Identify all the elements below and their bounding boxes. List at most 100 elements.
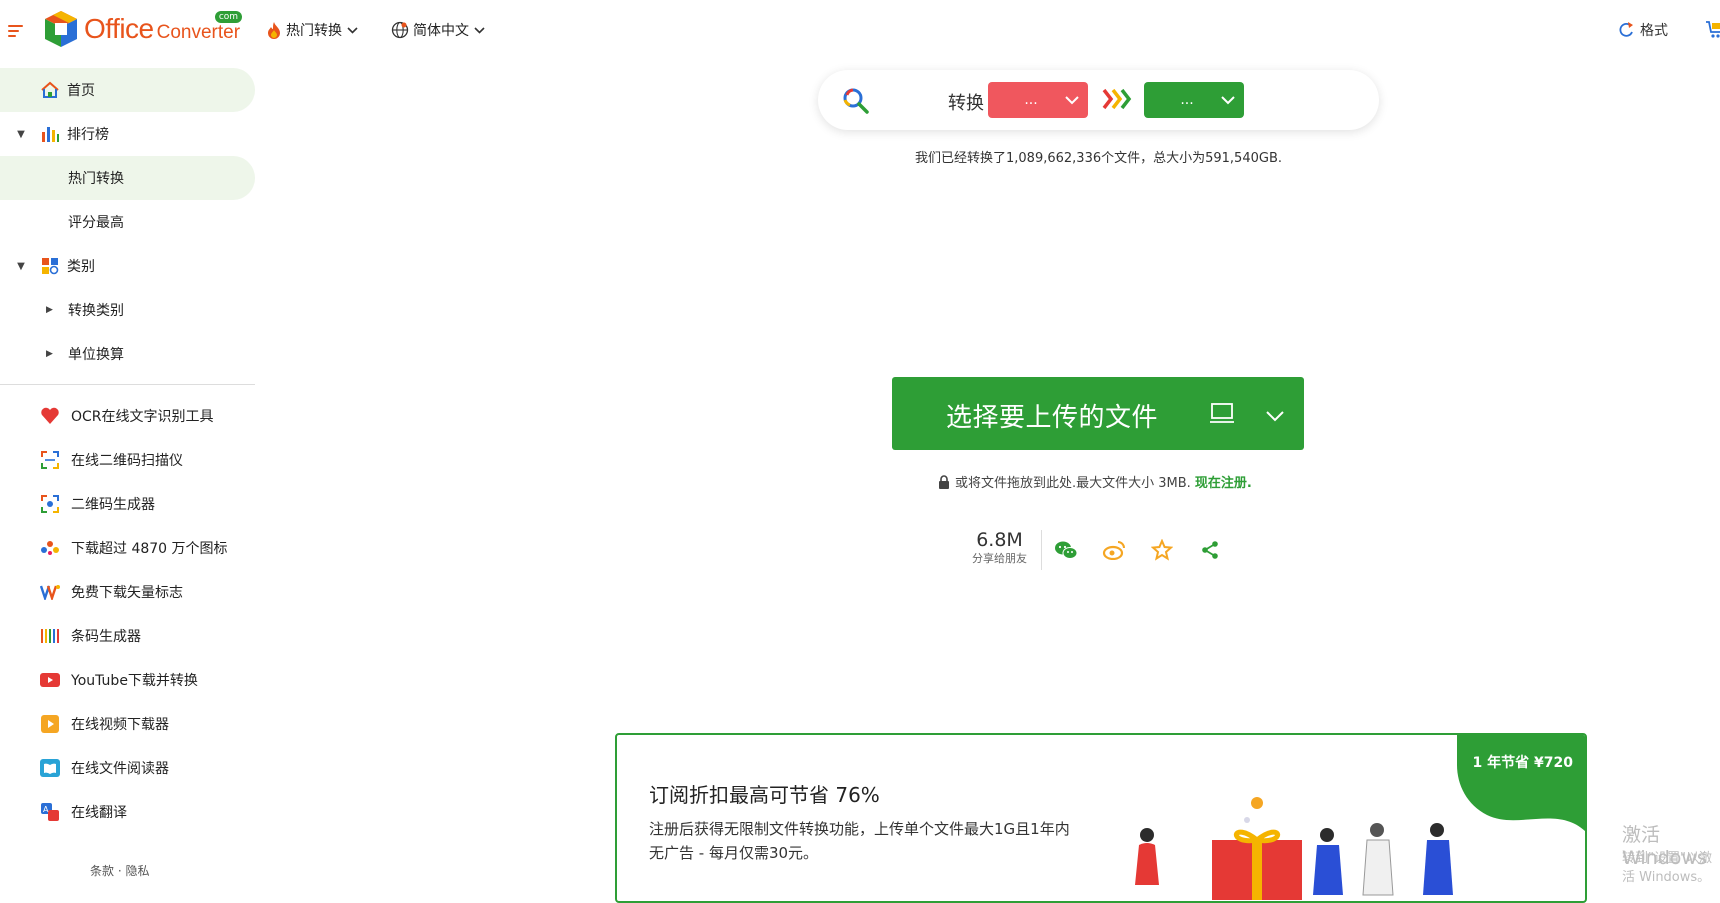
cart-icon[interactable] xyxy=(1706,19,1720,43)
tool-label: 在线视频下载器 xyxy=(71,717,169,733)
sidebar-tool-youtube[interactable]: YouTube下载并转换 xyxy=(0,658,255,702)
caret-down-icon: ▼ xyxy=(17,260,25,272)
sidebar-item-ranking[interactable]: ▼ 排行榜 xyxy=(0,112,255,156)
sidebar-tool-icons[interactable]: 下载超过 4870 万个图标 xyxy=(0,526,255,570)
sidebar-tool-translate[interactable]: A 在线翻译 xyxy=(0,790,255,834)
sidebar-tool-video-download[interactable]: 在线视频下载器 xyxy=(0,702,255,746)
chevron-down-icon xyxy=(347,26,358,34)
sidebar: 首页 ▼ 排行榜 热门转换 评分最高 ▼ 类别 ▶ 转换类别 ▶ 单位换算 OC… xyxy=(0,62,255,881)
tool-label: 在线二维码扫描仪 xyxy=(71,453,183,469)
sidebar-label-top-rated: 评分最高 xyxy=(68,215,124,231)
youtube-icon xyxy=(40,670,60,690)
svg-text:A: A xyxy=(43,805,49,814)
to-format-select[interactable]: ... xyxy=(1144,82,1244,118)
file-reader-icon xyxy=(40,758,60,778)
sidebar-label-popular: 热门转换 xyxy=(68,171,124,187)
sidebar-tool-ocr[interactable]: OCR在线文字识别工具 xyxy=(0,394,255,438)
promo-accent xyxy=(615,733,617,773)
register-link[interactable]: 现在注册. xyxy=(1195,472,1252,491)
promo-illustration xyxy=(1117,795,1477,901)
sidebar-tool-vector-logo[interactable]: 免费下载矢量标志 xyxy=(0,570,255,614)
share-count-label: 分享给朋友 xyxy=(972,552,1027,565)
from-format-select[interactable]: ... xyxy=(988,82,1088,118)
caret-right-icon: ▶ xyxy=(46,349,53,359)
sidebar-item-category[interactable]: ▼ 类别 xyxy=(0,244,255,288)
sidebar-item-convert-category[interactable]: ▶ 转换类别 xyxy=(0,288,255,332)
nav-language[interactable]: 简体中文 xyxy=(391,20,489,40)
convert-label: 转换 xyxy=(948,93,984,114)
sidebar-tool-file-reader[interactable]: 在线文件阅读器 xyxy=(0,746,255,790)
nav-language-label: 简体中文 xyxy=(413,23,469,39)
tool-label: 免费下载矢量标志 xyxy=(71,585,183,601)
qr-generator-icon xyxy=(40,494,60,514)
share-icon[interactable] xyxy=(1186,530,1234,570)
home-icon xyxy=(40,80,60,100)
logo-office-text: Office xyxy=(84,13,154,44)
upload-file-button[interactable]: 选择要上传的文件 xyxy=(892,377,1304,450)
windows-activation-hint: 转到"设置"以激活 Windows。 xyxy=(1622,851,1712,885)
sidebar-tool-barcode[interactable]: 条码生成器 xyxy=(0,614,255,658)
video-download-icon xyxy=(40,714,60,734)
favorite-star-icon[interactable] xyxy=(1138,530,1186,570)
format-refresh-icon xyxy=(1619,22,1633,37)
sidebar-item-home[interactable]: 首页 xyxy=(0,68,255,112)
nav-popular-conversions[interactable]: 热门转换 xyxy=(266,20,362,40)
tool-label: 二维码生成器 xyxy=(71,497,155,513)
sidebar-item-top-rated[interactable]: 评分最高 xyxy=(0,200,255,244)
sidebar-divider xyxy=(0,384,255,385)
category-icon xyxy=(40,256,60,276)
weibo-icon[interactable] xyxy=(1090,530,1138,570)
icons-icon xyxy=(40,538,60,558)
conversion-stats: 我们已经转换了1,089,662,336个文件，总大小为591,540GB. xyxy=(915,151,1282,166)
share-count: 6.8M 分享给朋友 xyxy=(972,530,1042,570)
top-bar: Office Converter com 热门转换 简体中文 格式 xyxy=(0,0,1720,62)
convert-arrows-icon xyxy=(1102,87,1132,115)
footer-links[interactable]: 条款 · 隐私 xyxy=(90,862,149,879)
bar-chart-icon xyxy=(40,124,60,144)
tool-label: 下载超过 4870 万个图标 xyxy=(71,541,228,557)
promo-description: 注册后获得无限制文件转换功能，上传单个文件最大1G且1年内无广告 - 每月仅需3… xyxy=(649,820,1070,862)
tool-label: 在线翻译 xyxy=(71,805,127,821)
tool-label: 条码生成器 xyxy=(71,629,141,645)
logo-converter-text: Converter xyxy=(156,22,241,43)
caret-right-icon: ▶ xyxy=(46,305,53,315)
converter-search-bar[interactable]: 转换 ... ... xyxy=(818,70,1379,130)
logo[interactable]: Office Converter com xyxy=(42,10,243,48)
sidebar-label-category: 类别 xyxy=(67,259,95,275)
globe-icon xyxy=(391,21,409,39)
sidebar-label-unit-convert: 单位换算 xyxy=(68,347,124,363)
nav-popular-label: 热门转换 xyxy=(286,23,342,39)
format-link[interactable]: 格式 xyxy=(1617,20,1668,40)
translate-icon: A xyxy=(40,802,60,822)
promo-accent xyxy=(615,733,655,735)
lock-icon xyxy=(939,474,949,489)
subscription-promo-card[interactable]: 订阅折扣最高可节省 76% 注册后获得无限制文件转换功能，上传单个文件最大1G且… xyxy=(615,733,1587,903)
menu-icon[interactable] xyxy=(8,25,23,37)
sidebar-item-unit-convert[interactable]: ▶ 单位换算 xyxy=(0,332,255,376)
wechat-icon[interactable] xyxy=(1042,530,1090,570)
share-bar: 6.8M 分享给朋友 xyxy=(972,530,1234,570)
search-icon[interactable] xyxy=(842,87,870,119)
scan-icon xyxy=(40,450,60,470)
logo-com-badge: com xyxy=(214,11,243,23)
sidebar-tool-qr-scan[interactable]: 在线二维码扫描仪 xyxy=(0,438,255,482)
chevron-down-icon[interactable] xyxy=(1266,407,1284,426)
upload-button-label: 选择要上传的文件 xyxy=(946,403,1159,433)
barcode-icon xyxy=(40,626,60,646)
tool-label: 在线文件阅读器 xyxy=(71,761,169,777)
tool-label: YouTube下载并转换 xyxy=(71,673,198,689)
sidebar-tool-qr-generator[interactable]: 二维码生成器 xyxy=(0,482,255,526)
computer-icon[interactable] xyxy=(1210,402,1234,428)
tool-label: OCR在线文字识别工具 xyxy=(71,409,214,425)
vector-logo-icon xyxy=(40,582,60,602)
chevron-down-icon xyxy=(474,26,485,34)
caret-down-icon: ▼ xyxy=(17,128,25,140)
sidebar-label-ranking: 排行榜 xyxy=(67,127,109,143)
sidebar-label-home: 首页 xyxy=(67,83,95,99)
chevron-down-icon xyxy=(1221,96,1235,105)
sidebar-item-popular[interactable]: 热门转换 xyxy=(0,156,255,200)
fire-icon xyxy=(268,22,280,39)
heart-icon xyxy=(40,406,60,426)
drop-note-text: 或将文件拖放到此处.最大文件大小 3MB. xyxy=(955,476,1191,491)
drop-note: 或将文件拖放到此处.最大文件大小 3MB. 现在注册. xyxy=(938,472,1252,491)
